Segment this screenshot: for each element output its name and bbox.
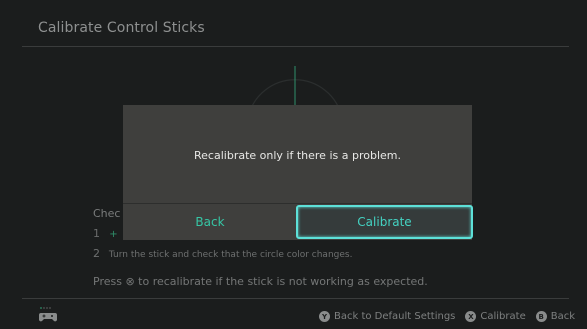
hint-calibrate[interactable]: X Calibrate — [465, 311, 526, 322]
page-title: Calibrate Control Sticks — [38, 20, 205, 36]
step-2-text: Turn the stick and check that the circle… — [108, 250, 353, 260]
step-1-number: 1 — [93, 227, 100, 240]
instruction-step-2: 2 Turn the stick and check that the circ… — [93, 247, 352, 260]
dialog-message: Recalibrate only if there is a problem. — [194, 149, 401, 162]
hint-label: Back to Default Settings — [333, 311, 456, 322]
hint-default-settings[interactable]: Y Back to Default Settings — [318, 311, 456, 322]
x-button-icon: X — [465, 311, 477, 322]
recalibrate-hint: Press ⊗ to recalibrate if the stick is n… — [93, 275, 428, 288]
step-1-plus-icon: + — [109, 229, 118, 240]
header-divider — [22, 46, 569, 47]
step-2-number: 2 — [93, 247, 100, 260]
footer-divider — [22, 298, 569, 299]
hint-label: Calibrate — [480, 311, 526, 322]
confirm-dialog: Recalibrate only if there is a problem. … — [123, 105, 473, 240]
button-hints: Y Back to Default Settings X Calibrate B… — [318, 311, 575, 322]
b-button-icon: B — [535, 311, 547, 322]
hint-label: Back — [550, 311, 575, 322]
controller-icon — [39, 307, 57, 322]
y-button-icon: Y — [318, 311, 330, 322]
header-bar: Calibrate Control Sticks — [0, 0, 587, 47]
hint-back[interactable]: B Back — [535, 311, 575, 322]
calibrate-button[interactable]: Calibrate — [296, 205, 473, 239]
back-button[interactable]: Back — [123, 204, 297, 240]
instruction-step-1: 1 + — [93, 227, 118, 240]
check-label: Chec — [93, 207, 121, 220]
footer-bar: Y Back to Default Settings X Calibrate B… — [0, 298, 587, 329]
